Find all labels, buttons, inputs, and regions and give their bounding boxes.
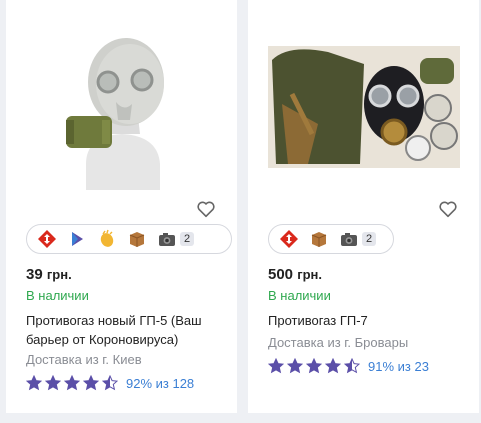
product-title-link[interactable]: Противогаз ГП-7 bbox=[268, 311, 468, 330]
delivery-info: Доставка из г. Бровары bbox=[268, 335, 409, 350]
price: 500 грн. bbox=[268, 266, 322, 283]
star-icon bbox=[287, 358, 303, 374]
product-image[interactable] bbox=[26, 24, 218, 190]
camera-icon bbox=[339, 229, 359, 249]
box-icon bbox=[309, 229, 329, 249]
product-card[interactable]: 2 39 грн. В наличии Противогаз новый ГП-… bbox=[6, 0, 237, 413]
product-image[interactable] bbox=[268, 24, 460, 190]
nova-poshta-icon bbox=[279, 229, 299, 249]
currency: грн. bbox=[46, 267, 72, 282]
delivery-arrow-icon bbox=[67, 229, 87, 249]
price-value: 39 bbox=[26, 266, 43, 283]
photo-count: 2 bbox=[157, 229, 194, 249]
rating-stars bbox=[268, 358, 360, 374]
favorite-heart-icon[interactable] bbox=[437, 198, 459, 220]
box-icon bbox=[127, 229, 147, 249]
star-icon bbox=[83, 375, 99, 391]
nova-poshta-icon bbox=[37, 229, 57, 249]
star-icon bbox=[26, 375, 42, 391]
seller-badges: 2 bbox=[268, 224, 394, 254]
stock-status: В наличии bbox=[26, 288, 89, 303]
star-icon bbox=[306, 358, 322, 374]
favorite-heart-icon[interactable] bbox=[195, 198, 217, 220]
star-icon bbox=[268, 358, 284, 374]
star-icon bbox=[102, 375, 118, 391]
price-value: 500 bbox=[268, 266, 294, 283]
rating: 91% из 23 bbox=[268, 358, 429, 374]
price: 39 грн. bbox=[26, 266, 72, 283]
rating-stars bbox=[26, 375, 118, 391]
currency: грн. bbox=[297, 267, 323, 282]
rating-link[interactable]: 91% из 23 bbox=[368, 359, 429, 374]
rating: 92% из 128 bbox=[26, 375, 194, 391]
rating-link[interactable]: 92% из 128 bbox=[126, 376, 194, 391]
product-card[interactable]: 2 500 грн. В наличии Противогаз ГП-7 Дос… bbox=[248, 0, 479, 413]
clap-icon bbox=[97, 229, 117, 249]
camera-icon bbox=[157, 229, 177, 249]
star-icon bbox=[45, 375, 61, 391]
star-icon bbox=[325, 358, 341, 374]
delivery-info: Доставка из г. Киев bbox=[26, 352, 142, 367]
star-icon bbox=[64, 375, 80, 391]
seller-badges: 2 bbox=[26, 224, 232, 254]
star-icon bbox=[344, 358, 360, 374]
photo-count-badge: 2 bbox=[180, 232, 194, 246]
product-title-link[interactable]: Противогаз новый ГП-5 (Ваш барьер от Кор… bbox=[26, 311, 226, 349]
photo-count-badge: 2 bbox=[362, 232, 376, 246]
stock-status: В наличии bbox=[268, 288, 331, 303]
photo-count: 2 bbox=[339, 229, 376, 249]
